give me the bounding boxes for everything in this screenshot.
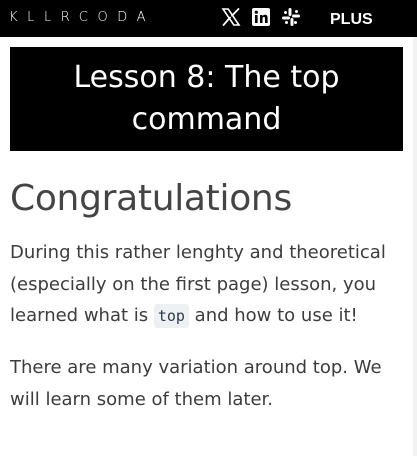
lesson-title-banner: Lesson 8: The top command: [10, 47, 403, 151]
killercoda-logo[interactable]: KLLRCODA: [9, 10, 155, 26]
linkedin-icon[interactable]: [251, 7, 271, 27]
page-scrollbar[interactable]: [413, 37, 417, 456]
paragraph-intro-text-end: and how to use it!: [188, 305, 358, 326]
slack-icon[interactable]: [281, 7, 301, 27]
paragraph-variations: There are many variation around top. We …: [10, 357, 382, 410]
lesson-title: Lesson 8: The top command: [73, 60, 340, 137]
inline-code-top: top: [153, 304, 189, 328]
section-heading: Congratulations: [10, 178, 292, 219]
plus-link[interactable]: PLUS: [330, 11, 373, 29]
paragraph-intro: During this rather lenghty and theoretic…: [10, 237, 405, 333]
social-links: [221, 6, 311, 28]
top-navigation-bar: KLLRCODA PLUS: [0, 0, 417, 37]
x-twitter-icon[interactable]: [221, 7, 241, 27]
